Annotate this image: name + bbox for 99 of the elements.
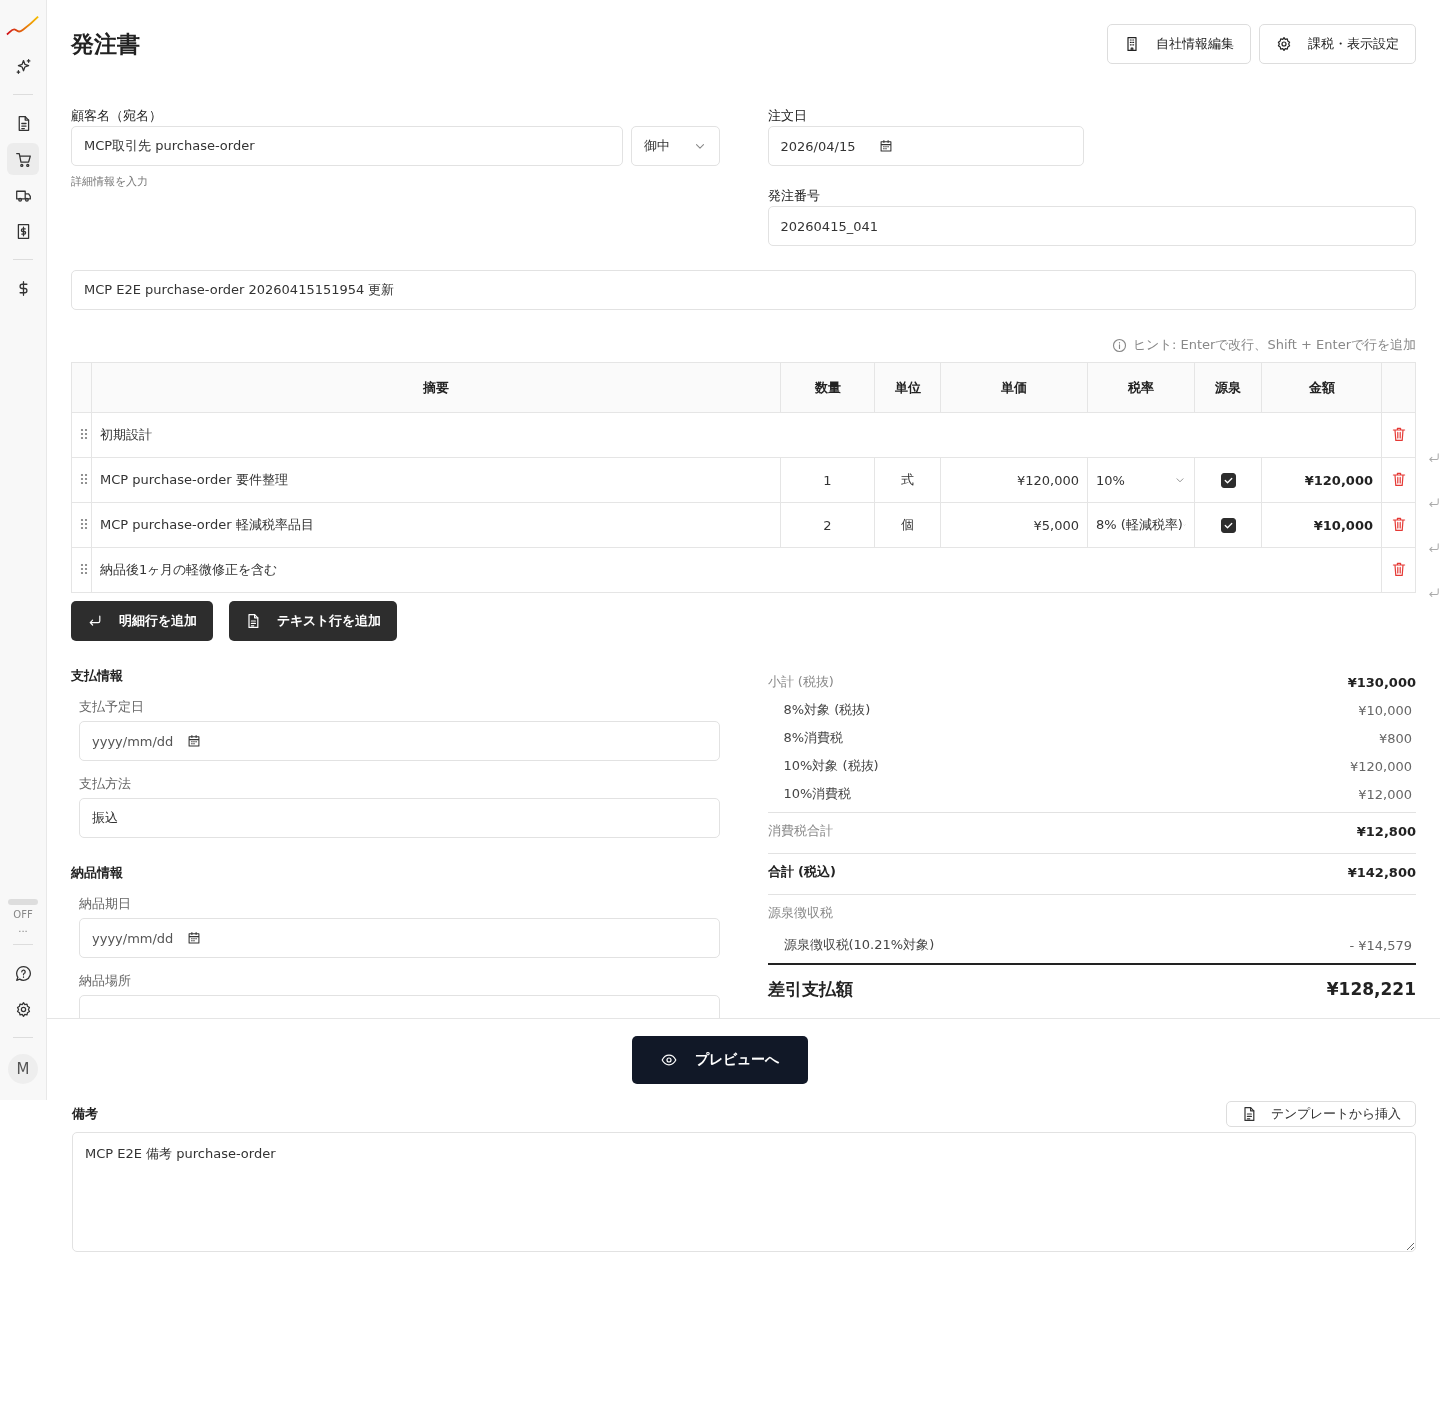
sparkle-icon xyxy=(14,57,32,75)
add-text-row-button[interactable]: テキスト行を追加 xyxy=(229,601,397,641)
drag-handle-icon[interactable] xyxy=(80,472,88,485)
text-field[interactable]: 振込 xyxy=(79,798,720,838)
settings-icon xyxy=(14,1000,32,1018)
field-label: 注文日 xyxy=(767,108,808,124)
settings-button[interactable]: 課税・表示設定 xyxy=(1259,24,1416,64)
field-label: 支払予定日 xyxy=(79,699,145,715)
honorific-select[interactable]: 御中 xyxy=(630,126,720,166)
help-icon xyxy=(14,964,32,982)
checkbox[interactable] xyxy=(1220,517,1236,533)
table-cell[interactable]: 初期設計 xyxy=(91,412,1382,458)
table-cell[interactable]: 1 xyxy=(780,457,875,503)
page-title: 発注書 xyxy=(71,29,140,59)
settings-icon xyxy=(1276,36,1292,52)
summary-value: ¥142,800 xyxy=(1347,864,1416,880)
delete-button[interactable] xyxy=(1390,560,1407,577)
calendar-icon xyxy=(187,931,202,945)
customer-field[interactable]: MCP取引先 purchase-order xyxy=(71,126,623,166)
summary-label: 合計 (税込) xyxy=(767,863,836,881)
template-button[interactable]: テンプレートから挿入 xyxy=(1226,1101,1416,1127)
summary-value: ¥12,800 xyxy=(1356,823,1416,839)
drag-handle-icon[interactable] xyxy=(80,427,88,440)
drag-handle-icon[interactable] xyxy=(80,517,88,530)
column-header: 摘要 xyxy=(91,362,781,413)
logo-icon[interactable] xyxy=(6,14,40,38)
hint-text: ヒント: Enterで改行、Shift + Enterで行を追加 xyxy=(1133,336,1416,354)
field-label: 納品期日 xyxy=(79,896,132,912)
summary-label: 源泉徴収税(10.21%対象) xyxy=(782,936,935,954)
add-item-row-button[interactable]: 明細行を追加 xyxy=(71,601,213,641)
toggle-switch[interactable] xyxy=(8,899,38,905)
table-cell[interactable]: 納品後1ヶ月の軽微修正を含む xyxy=(91,547,1382,593)
summary-value: ¥130,000 xyxy=(1347,674,1416,690)
column-header: 税率 xyxy=(1087,362,1195,413)
summary-label: 源泉徴収税 xyxy=(767,904,833,922)
table-cell[interactable]: 2 xyxy=(780,502,875,548)
summary-value: ¥12,000 xyxy=(1358,786,1413,802)
delete-button[interactable] xyxy=(1390,515,1407,532)
details-link[interactable]: 詳細情報を入力 xyxy=(71,174,148,189)
field-label: 備考 xyxy=(72,1105,98,1123)
table-cell[interactable]: 式 xyxy=(874,457,941,503)
cart-icon xyxy=(14,150,32,168)
total-value: ¥128,221 xyxy=(1326,979,1416,999)
return-icon[interactable] xyxy=(1427,586,1440,600)
calendar-icon xyxy=(879,139,894,153)
edit-button[interactable]: 自社情報編集 xyxy=(1107,24,1251,64)
field-label: 顧客名（宛名） xyxy=(71,108,163,124)
delete-button[interactable] xyxy=(1390,425,1407,442)
return-icon[interactable] xyxy=(1427,541,1440,555)
return-icon[interactable] xyxy=(1427,496,1440,510)
total-label: 差引支払額 xyxy=(767,977,853,1001)
column-header: 単価 xyxy=(940,362,1088,413)
field-label: 支払方法 xyxy=(79,776,132,792)
summary-label: 8%対象 (税抜) xyxy=(782,701,871,719)
notes-field[interactable]: MCP E2E 備考 purchase-order xyxy=(72,1132,1416,1252)
preview-button[interactable]: プレビューへ xyxy=(631,1035,808,1084)
return-icon xyxy=(87,613,103,629)
calendar-icon xyxy=(187,734,202,748)
date-field[interactable]: yyyy/mm/dd xyxy=(79,721,720,761)
subject-field[interactable]: MCP E2E purchase-order 20260415151954 更新 xyxy=(71,270,1416,310)
summary-label: 小計 (税抜) xyxy=(767,673,834,691)
date-field[interactable]: yyyy/mm/dd xyxy=(79,918,720,958)
table-cell[interactable]: ¥5,000 xyxy=(940,502,1088,548)
order-number-field[interactable]: 20260415_041 xyxy=(767,206,1416,246)
sidebar-item[interactable] xyxy=(7,143,39,175)
info-icon xyxy=(1112,337,1127,353)
table-cell: ¥10,000 xyxy=(1261,502,1382,548)
table-cell[interactable]: 個 xyxy=(874,502,941,548)
more-button[interactable]: ... xyxy=(18,924,28,934)
summary-label: 10%消費税 xyxy=(782,785,852,803)
document-icon xyxy=(1241,1106,1257,1122)
summary-value: ¥10,000 xyxy=(1358,702,1413,718)
summary-value: ¥800 xyxy=(1378,730,1413,746)
delete-button[interactable] xyxy=(1390,470,1407,487)
table-cell: ¥120,000 xyxy=(1261,457,1382,503)
drag-handle-icon[interactable] xyxy=(80,562,88,575)
column-header: 単位 xyxy=(874,362,941,413)
section-heading: 支払情報 xyxy=(71,668,124,684)
table-cell[interactable]: ¥120,000 xyxy=(940,457,1088,503)
summary-label: 8%消費税 xyxy=(782,729,844,747)
table-cell[interactable]: MCP purchase-order 要件整理 xyxy=(91,457,781,503)
field-label: 発注番号 xyxy=(767,188,821,204)
summary-label: 消費税合計 xyxy=(767,822,833,840)
column-header: 数量 xyxy=(780,362,875,413)
column-header: 金額 xyxy=(1261,362,1382,413)
field-label: 納品場所 xyxy=(79,973,132,989)
section-heading: 納品情報 xyxy=(71,865,124,881)
document-icon xyxy=(245,613,261,629)
summary-value: ¥120,000 xyxy=(1349,758,1413,774)
avatar[interactable]: M xyxy=(8,1054,38,1084)
date-field[interactable]: 2026/04/15 xyxy=(767,126,1084,166)
column-header: 源泉 xyxy=(1194,362,1262,413)
return-icon[interactable] xyxy=(1427,451,1440,465)
table-cell[interactable]: MCP purchase-order 軽減税率品目 xyxy=(91,502,781,548)
summary-label: 10%対象 (税抜) xyxy=(782,757,879,775)
toggle-label: OFF xyxy=(13,909,33,920)
summary-value: - ¥14,579 xyxy=(1349,937,1413,953)
building-icon xyxy=(1124,36,1140,52)
checkbox[interactable] xyxy=(1220,472,1236,488)
